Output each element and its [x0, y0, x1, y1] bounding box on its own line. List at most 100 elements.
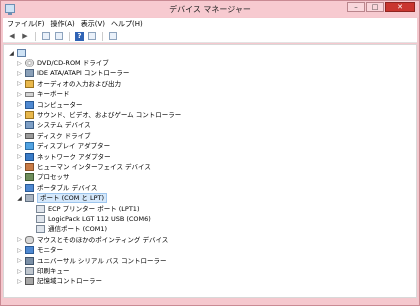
- tree-child-item[interactable]: 通信ポート (COM1): [34, 224, 107, 234]
- tree-category-item[interactable]: ▷ IDE ATA/ATAPI コントローラー: [16, 68, 129, 78]
- tree-item-label: キーボード: [37, 90, 70, 99]
- print-queue-icon: [25, 267, 34, 275]
- expand-arrow-icon[interactable]: ▷: [16, 278, 23, 285]
- port-device-icon: [36, 215, 45, 223]
- tree-category-item[interactable]: ▷ コンピューター: [16, 100, 83, 110]
- menu-help[interactable]: ヘルプ(H): [111, 19, 143, 29]
- forward-arrow-icon[interactable]: ▶: [20, 32, 30, 41]
- tree-category-item[interactable]: ▷ プロセッサ: [16, 172, 70, 182]
- help-icon[interactable]: ?: [75, 31, 84, 41]
- expand-arrow-icon[interactable]: ▷: [16, 174, 23, 181]
- tree-category-item[interactable]: ▷ 記憶域コントローラー: [16, 276, 102, 286]
- expand-arrow-icon[interactable]: ▷: [16, 60, 23, 67]
- tree-category-item[interactable]: ▷ オーディオの入力および出力: [16, 79, 121, 89]
- expand-arrow-icon[interactable]: ▷: [16, 143, 23, 150]
- expand-arrow-icon[interactable]: ▷: [16, 164, 23, 171]
- expand-arrow-icon[interactable]: ▷: [16, 101, 23, 108]
- disk-drive-icon: [25, 132, 34, 139]
- tree-item-label: モニター: [37, 246, 63, 255]
- tree-item-label: ディスプレイ アダプター: [37, 142, 111, 151]
- port-device-icon: [36, 225, 45, 234]
- toolbar-separator: [102, 31, 103, 41]
- tree-category-item[interactable]: ▷ ユニバーサル シリアル バス コントローラー: [16, 256, 167, 266]
- network-adapter-icon: [25, 152, 34, 161]
- tree-category-item[interactable]: ▷ 印刷キュー: [16, 266, 70, 276]
- monitor-device-icon[interactable]: [108, 32, 118, 41]
- device-tree: ◢ ▷ DVD/CD-ROM ドライブ ▷ IDE ATA/ATAPI コントローラー…: [3, 44, 417, 298]
- menu-action[interactable]: 操作(A): [51, 19, 75, 29]
- port-icon: [25, 194, 34, 203]
- mouse-icon: [25, 235, 34, 244]
- tree-category-item[interactable]: ▷ ディスク ドライブ: [16, 131, 91, 141]
- disc-drive-icon: [25, 59, 34, 67]
- tree-category-item[interactable]: ▷ ポータブル デバイス: [16, 183, 97, 193]
- tree-item-label: IDE ATA/ATAPI コントローラー: [37, 69, 130, 78]
- tree-category-item[interactable]: ▷ ヒューマン インターフェイス デバイス: [16, 162, 151, 172]
- tree-category-item[interactable]: ◢ ポート (COM と LPT): [16, 193, 108, 204]
- maximize-button[interactable]: □: [366, 2, 384, 12]
- tree-item-label: コンピューター: [37, 100, 83, 109]
- minimize-button[interactable]: –: [347, 2, 365, 12]
- sound-video-icon: [25, 111, 34, 119]
- expand-arrow-icon[interactable]: ▷: [16, 268, 23, 275]
- expand-arrow-icon[interactable]: ▷: [16, 184, 23, 191]
- monitor-icon: [25, 246, 34, 255]
- toolbar: ◀ ▶ ?: [3, 30, 417, 43]
- tree-category-item[interactable]: ▷ システム デバイス: [16, 120, 91, 130]
- tree-category-item[interactable]: ▷ サウンド、ビデオ、およびゲーム コントローラー: [16, 110, 181, 120]
- expand-arrow-icon[interactable]: ◢: [8, 50, 15, 57]
- system-devices-icon: [25, 121, 34, 130]
- expand-arrow-icon[interactable]: ▷: [16, 153, 23, 160]
- tree-item-label: LogicPack LGT 112 USB (COM6): [48, 215, 151, 223]
- tree-category-item[interactable]: ▷ モニター: [16, 245, 63, 255]
- expand-arrow-icon[interactable]: ▷: [16, 80, 23, 87]
- expand-arrow-icon[interactable]: ▷: [16, 132, 23, 139]
- expand-arrow-icon[interactable]: ▷: [16, 91, 23, 98]
- expand-arrow-icon[interactable]: ▷: [16, 122, 23, 129]
- tree-category-item[interactable]: ▷ マウスとそのほかのポインティング デバイス: [16, 235, 168, 245]
- menu-bar: ファイル(F) 操作(A) 表示(V) ヘルプ(H): [3, 18, 417, 30]
- tree-item-label: プロセッサ: [37, 173, 70, 182]
- port-device-icon: [36, 204, 45, 213]
- menu-file[interactable]: ファイル(F): [7, 19, 45, 29]
- tree-item-label: 印刷キュー: [37, 267, 70, 275]
- tree-child-item[interactable]: LogicPack LGT 112 USB (COM6): [34, 214, 151, 224]
- tree-item-label: 通信ポート (COM1): [48, 225, 108, 234]
- toolbar-separator: [69, 31, 70, 41]
- toolbar-separator: [35, 31, 36, 41]
- tree-child-item[interactable]: ECP プリンター ポート (LPT1): [34, 204, 139, 214]
- tree-item-label: DVD/CD-ROM ドライブ: [37, 59, 109, 67]
- properties-icon[interactable]: [54, 32, 64, 41]
- close-button[interactable]: ✕: [385, 2, 415, 12]
- tree-root-row[interactable]: ◢: [8, 48, 29, 58]
- tree-category-item[interactable]: ▷ キーボード: [16, 89, 70, 99]
- tree-item-label: ヒューマン インターフェイス デバイス: [37, 163, 151, 171]
- collapse-arrow-icon[interactable]: ◢: [16, 195, 23, 202]
- scan-hardware-icon[interactable]: [87, 32, 97, 41]
- portable-device-icon: [25, 183, 34, 192]
- tree-item-label: ユニバーサル シリアル バス コントローラー: [37, 256, 167, 265]
- audio-icon: [25, 79, 34, 88]
- tree-item-label: ディスク ドライブ: [37, 131, 91, 140]
- device-tree-view-icon[interactable]: [41, 32, 51, 41]
- expand-arrow-icon[interactable]: ▷: [16, 70, 23, 77]
- tree-item-label: サウンド、ビデオ、およびゲーム コントローラー: [37, 111, 182, 119]
- expand-arrow-icon[interactable]: ▷: [16, 247, 23, 254]
- tree-category-item[interactable]: ▷ DVD/CD-ROM ドライブ: [16, 58, 109, 68]
- tree-category-item[interactable]: ▷ ネットワーク アダプター: [16, 152, 111, 162]
- menu-view[interactable]: 表示(V): [81, 19, 105, 29]
- tree-item-label: システム デバイス: [37, 121, 91, 130]
- display-adapter-icon: [25, 142, 34, 151]
- usb-controller-icon: [25, 256, 34, 265]
- tree-item-label: マウスとそのほかのポインティング デバイス: [37, 235, 169, 244]
- title-bar[interactable]: デバイス マネージャー – □ ✕: [1, 1, 419, 17]
- tree-category-item[interactable]: ▷ ディスプレイ アダプター: [16, 141, 110, 151]
- tree-item-label: ECP プリンター ポート (LPT1): [48, 204, 140, 213]
- ide-controller-icon: [25, 69, 34, 78]
- expand-arrow-icon[interactable]: ▷: [16, 257, 23, 264]
- computer-root-icon: [17, 49, 26, 57]
- computer-icon: [25, 100, 34, 109]
- expand-arrow-icon[interactable]: ▷: [16, 112, 23, 119]
- expand-arrow-icon[interactable]: ▷: [16, 236, 23, 243]
- back-arrow-icon[interactable]: ◀: [7, 32, 17, 41]
